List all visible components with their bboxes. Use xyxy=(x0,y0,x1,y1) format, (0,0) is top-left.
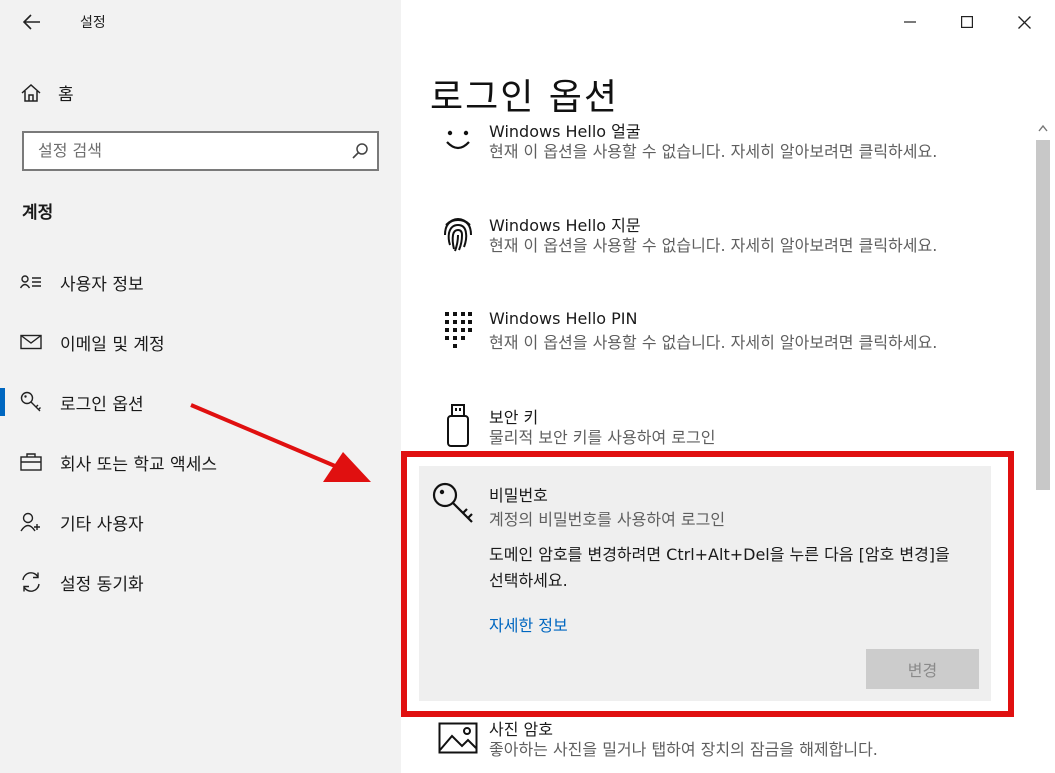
scroll-up-icon[interactable] xyxy=(1038,124,1048,132)
picture-icon xyxy=(438,722,478,754)
fingerprint-icon xyxy=(444,218,472,252)
nav-item-label: 이메일 및 계정 xyxy=(60,334,165,355)
nav-item-work-school[interactable]: 회사 또는 학교 액세스 xyxy=(0,442,401,482)
sidebar: 설정 홈 계정 사용자 정보 이메일 및 계정 로그인 옵션 회사 또는 학교 … xyxy=(0,0,401,773)
close-button[interactable] xyxy=(1004,6,1044,38)
nav-item-sync[interactable]: 설정 동기화 xyxy=(0,562,401,602)
highlight-box xyxy=(401,451,1014,717)
nav-item-label: 로그인 옵션 xyxy=(60,394,144,415)
nav-item-user-info[interactable]: 사용자 정보 xyxy=(0,262,401,302)
option-title: Windows Hello 얼굴 xyxy=(489,122,641,141)
sync-icon xyxy=(22,572,40,592)
nav-item-label: 회사 또는 학교 액세스 xyxy=(60,454,217,475)
nav-item-other-users[interactable]: 기타 사용자 xyxy=(0,502,401,542)
option-desc: 좋아하는 사진을 밀거나 탭하여 장치의 잠금을 해제합니다. xyxy=(489,740,878,759)
nav-item-sign-in-options[interactable]: 로그인 옵션 xyxy=(0,382,401,422)
home-icon xyxy=(21,83,41,102)
search-icon[interactable] xyxy=(351,142,369,160)
nav-item-label: 기타 사용자 xyxy=(60,514,144,535)
option-desc: 현재 이 옵션을 사용할 수 없습니다. 자세히 알아보려면 클릭하세요. xyxy=(489,333,938,352)
briefcase-icon xyxy=(20,453,42,471)
nav-home-label: 홈 xyxy=(58,85,74,105)
nav-home[interactable]: 홈 xyxy=(20,80,74,105)
key-icon xyxy=(20,391,41,412)
app-title: 설정 xyxy=(80,15,106,31)
option-desc: 현재 이 옵션을 사용할 수 없습니다. 자세히 알아보려면 클릭하세요. xyxy=(489,142,938,161)
search-input[interactable] xyxy=(24,133,338,167)
minimize-icon xyxy=(904,21,916,23)
section-title: 계정 xyxy=(22,203,54,223)
back-arrow-icon xyxy=(23,14,40,30)
option-title: Windows Hello 지문 xyxy=(489,216,641,235)
option-title: 사진 암호 xyxy=(489,720,553,739)
search-box[interactable] xyxy=(22,131,379,171)
nav-item-label: 사용자 정보 xyxy=(60,274,144,295)
option-desc: 현재 이 옵션을 사용할 수 없습니다. 자세히 알아보려면 클릭하세요. xyxy=(489,236,938,255)
user-info-icon xyxy=(20,275,41,289)
face-smile-icon xyxy=(446,130,470,150)
option-desc: 물리적 보안 키를 사용하여 로그인 xyxy=(489,428,716,447)
option-title: Windows Hello PIN xyxy=(489,309,638,328)
nav-item-label: 설정 동기화 xyxy=(60,574,144,595)
close-icon xyxy=(1017,15,1031,29)
page-title: 로그인 옵션 xyxy=(430,77,620,118)
pin-keypad-icon xyxy=(445,312,472,348)
mail-icon xyxy=(20,334,42,350)
maximize-icon xyxy=(961,16,973,28)
option-title: 보안 키 xyxy=(489,408,539,427)
maximize-button[interactable] xyxy=(947,6,987,38)
nav-item-email[interactable]: 이메일 및 계정 xyxy=(0,322,401,362)
usb-key-icon xyxy=(447,404,469,447)
add-user-icon xyxy=(20,512,40,532)
back-button[interactable] xyxy=(18,10,46,34)
minimize-button[interactable] xyxy=(890,6,930,38)
scrollbar[interactable] xyxy=(1034,120,1052,773)
scrollbar-thumb[interactable] xyxy=(1036,140,1050,490)
